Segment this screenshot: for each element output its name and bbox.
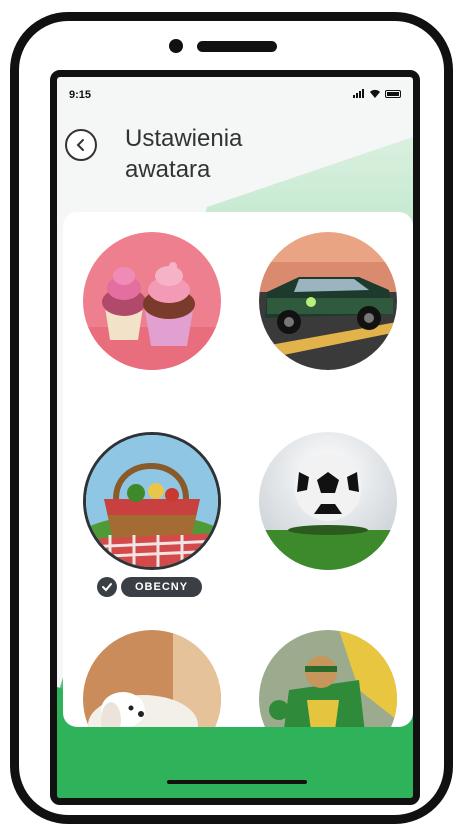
- battery-icon: [385, 89, 401, 98]
- avatar-option-football[interactable]: [259, 432, 397, 570]
- car-image: [259, 232, 397, 370]
- home-indicator: [167, 780, 307, 784]
- screen: 9:15 Ustawienia awatara OBECNY: [50, 70, 420, 805]
- football-image: [259, 432, 397, 570]
- status-time: 9:15: [69, 89, 92, 101]
- wifi-icon: [370, 89, 380, 98]
- page-title: Ustawienia awatara: [125, 123, 325, 185]
- camera-dot: [169, 39, 183, 53]
- dog-image: [83, 630, 221, 727]
- cupcakes-image: [83, 232, 221, 370]
- status-bar: 9:15: [69, 89, 401, 105]
- page-title-line2: awatara: [125, 156, 211, 183]
- current-badge: OBECNY: [121, 577, 203, 597]
- avatar-grid-card: OBECNY: [63, 212, 413, 727]
- status-icons: [353, 89, 401, 98]
- current-avatar-indicator: OBECNY: [97, 576, 203, 598]
- avatar-option-picnic-basket[interactable]: [83, 432, 221, 570]
- avatar-option-cupcakes[interactable]: [83, 232, 221, 370]
- chevron-left-icon: [76, 139, 84, 151]
- avatar-option-dog[interactable]: [83, 630, 221, 727]
- superhero-image: [259, 630, 397, 727]
- check-icon: [97, 577, 117, 597]
- picnic-basket-image: [86, 435, 218, 567]
- speaker-bar: [197, 41, 277, 52]
- avatar-option-car[interactable]: [259, 232, 397, 370]
- signal-icon: [353, 89, 365, 98]
- page-title-line1: Ustawienia: [125, 125, 243, 152]
- avatar-option-superhero[interactable]: [259, 630, 397, 727]
- back-button[interactable]: [65, 129, 97, 161]
